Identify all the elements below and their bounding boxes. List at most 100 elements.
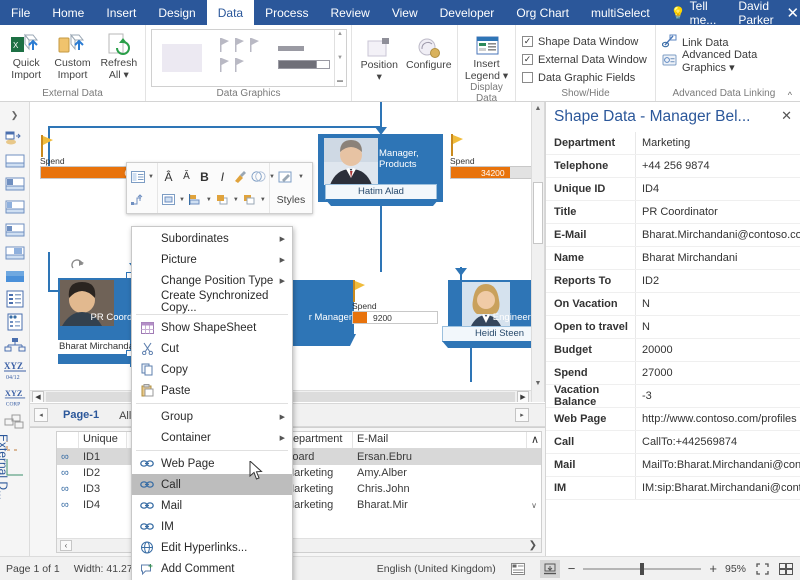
page-prev-icon[interactable]: ◂	[34, 408, 48, 422]
tab-process[interactable]: Process	[254, 0, 319, 25]
shape-data-row[interactable]: CallCallTo:+442569874	[546, 431, 800, 454]
shape-data-row[interactable]: TitlePR Coordinator	[546, 201, 800, 224]
tab-org-chart[interactable]: Org Chart	[505, 0, 580, 25]
menu-item-edit-hyperlinks[interactable]: Edit Hyperlinks...	[132, 537, 292, 558]
grid-header-email[interactable]: E-Mail	[353, 432, 527, 448]
shape-data-row[interactable]: Unique IDID4	[546, 178, 800, 201]
styles-icon[interactable]	[278, 168, 295, 185]
tab-insert[interactable]: Insert	[95, 0, 147, 25]
gallery-item-bars[interactable]	[272, 30, 334, 86]
menu-item-container[interactable]: Container ▶	[132, 427, 292, 448]
shape-data-value[interactable]: http://www.contoso.com/profiles	[636, 413, 800, 425]
grid-scroll-down-icon[interactable]: ∨	[527, 501, 541, 510]
shape-data-value[interactable]: ID4	[636, 183, 800, 195]
page-next-icon[interactable]: ▸	[515, 408, 529, 422]
shape-data-value[interactable]: +44 256 9874	[636, 160, 800, 172]
shape-data-row[interactable]: E-MailBharat.Mirchandani@contoso.co	[546, 224, 800, 247]
menu-item-copy[interactable]: Copy	[132, 359, 292, 380]
shape-data-value[interactable]: 20000	[636, 344, 800, 356]
tab-review[interactable]: Review	[319, 0, 380, 25]
shape-data-row[interactable]: MailMailTo:Bharat.Mirchandani@con	[546, 454, 800, 477]
menu-item-add-comment[interactable]: Add Comment	[132, 558, 292, 579]
refresh-all-button[interactable]: Refresh All ▾	[97, 29, 141, 81]
text-align-icon[interactable]	[161, 191, 176, 208]
send-to-back-icon[interactable]	[242, 191, 257, 208]
tab-view[interactable]: View	[381, 0, 429, 25]
shape-data-row[interactable]: Spend27000	[546, 362, 800, 385]
menu-item-cut[interactable]: Cut	[132, 338, 292, 359]
rotation-handle-icon[interactable]	[70, 257, 86, 271]
italic-button[interactable]: I	[215, 168, 230, 185]
checkbox-data-graphic-fields[interactable]: Data Graphic Fields	[520, 69, 637, 87]
shape-data-row[interactable]: Budget20000	[546, 339, 800, 362]
increase-font-size-icon[interactable]: Â	[161, 168, 176, 185]
chevron-up-icon[interactable]: ^	[788, 90, 796, 100]
tab-multiselect[interactable]: multiSelect	[580, 0, 661, 25]
menu-item-create-synchronized-copy[interactable]: Create Synchronized Copy...	[132, 291, 292, 312]
gallery-scroll-up-icon[interactable]: ▲	[337, 31, 343, 38]
align-shapes-icon[interactable]	[188, 191, 203, 208]
shape-data-row[interactable]: NameBharat Mirchandani	[546, 247, 800, 270]
tell-me-search[interactable]: 💡 Tell me...	[661, 0, 727, 25]
gallery-more-icon[interactable]: ▬	[337, 78, 343, 85]
chevron-down-icon[interactable]: ▼	[260, 197, 266, 203]
shape-data-value[interactable]: Marketing	[636, 137, 800, 149]
scroll-right-icon[interactable]: ▶	[517, 391, 529, 402]
menu-item-im[interactable]: IM	[132, 516, 292, 537]
custom-import-button[interactable]: Custom Import	[50, 29, 94, 81]
chevron-down-icon[interactable]: ▼	[206, 197, 212, 203]
menu-item-picture[interactable]: Picture ▶	[132, 249, 292, 270]
connector-icon[interactable]	[130, 191, 145, 208]
shape-data-row[interactable]: Open to travelN	[546, 316, 800, 339]
scroll-up-icon[interactable]: ▲	[532, 102, 544, 115]
scroll-left-icon[interactable]: ◀	[32, 391, 44, 402]
shape-data-row[interactable]: On VacationN	[546, 293, 800, 316]
grid-scroll-up-icon[interactable]: ∧	[527, 432, 541, 448]
table-row[interactable]: ∞ ID2 Manager, Marketing Marketing Amy.A…	[57, 465, 541, 481]
canvas-vertical-scrollbar[interactable]: ▲ ▼	[531, 102, 544, 402]
xyz-corp-icon[interactable]: XYZCORP	[3, 386, 27, 408]
shape-data-row[interactable]: Vacation Balance-3	[546, 385, 800, 408]
fit-page-icon[interactable]	[540, 560, 560, 578]
org-shape-icon-5[interactable]	[3, 244, 27, 262]
shape-data-value[interactable]: Bharat.Mirchandani@contoso.co	[636, 229, 800, 241]
grid-header-link[interactable]	[57, 432, 79, 448]
row-link-icon[interactable]: ∞	[57, 499, 79, 511]
shape-data-value[interactable]: MailTo:Bharat.Mirchandani@con	[636, 459, 800, 471]
zoom-in-button[interactable]: +	[709, 561, 717, 576]
menu-item-paste[interactable]: Paste	[132, 380, 292, 401]
format-painter-icon[interactable]	[233, 168, 248, 185]
page-tab-page-1[interactable]: Page-1	[58, 409, 104, 421]
menu-item-subordinates[interactable]: Subordinates ▶	[132, 228, 292, 249]
legend-shape-icon[interactable]	[3, 313, 27, 331]
mini-toolbar[interactable]: ▼ Â Ǎ B I ▼ ▼	[126, 162, 313, 214]
configure-button[interactable]: Configure	[405, 31, 453, 72]
grid-scroll-right-icon[interactable]: ❯	[529, 540, 537, 551]
user-account[interactable]: David Parker	[726, 0, 785, 25]
multi-shape-icon[interactable]	[3, 413, 27, 431]
zoom-level[interactable]: 95%	[725, 563, 746, 575]
shape-style-icon[interactable]	[130, 168, 145, 185]
xyz-0452-icon[interactable]: XYZ04/12	[3, 359, 27, 381]
tab-home[interactable]: Home	[41, 0, 95, 25]
bring-to-front-icon[interactable]	[215, 191, 230, 208]
menu-item-show-shapesheet[interactable]: Show ShapeSheet	[132, 317, 292, 338]
table-row[interactable]: ∞ ID3 Content owner Marketing Chris.John	[57, 481, 541, 497]
shape-data-value[interactable]: N	[636, 321, 800, 333]
row-link-icon[interactable]: ∞	[57, 483, 79, 495]
advanced-data-graphics-button[interactable]: Advanced Data Graphics ▾	[660, 52, 796, 71]
shape-data-value[interactable]: ID2	[636, 275, 800, 287]
fill-color-icon[interactable]	[251, 168, 266, 185]
scroll-thumb[interactable]	[533, 182, 543, 244]
expand-stencil-icon[interactable]: ❯	[3, 106, 27, 124]
scroll-down-icon[interactable]: ▼	[532, 377, 544, 390]
grid-scroll-left-icon[interactable]: ‹	[60, 540, 72, 551]
tab-file[interactable]: File	[0, 0, 41, 25]
org-shape-icon-2[interactable]	[3, 175, 27, 193]
org-shape-icon-1[interactable]	[3, 152, 27, 170]
shape-data-row[interactable]: Reports ToID2	[546, 270, 800, 293]
zoom-out-button[interactable]: −	[568, 561, 576, 576]
checkbox-external-data-window[interactable]: ✓ External Data Window	[520, 51, 649, 69]
tab-design[interactable]: Design	[147, 0, 206, 25]
close-icon[interactable]: ✕	[779, 108, 794, 124]
